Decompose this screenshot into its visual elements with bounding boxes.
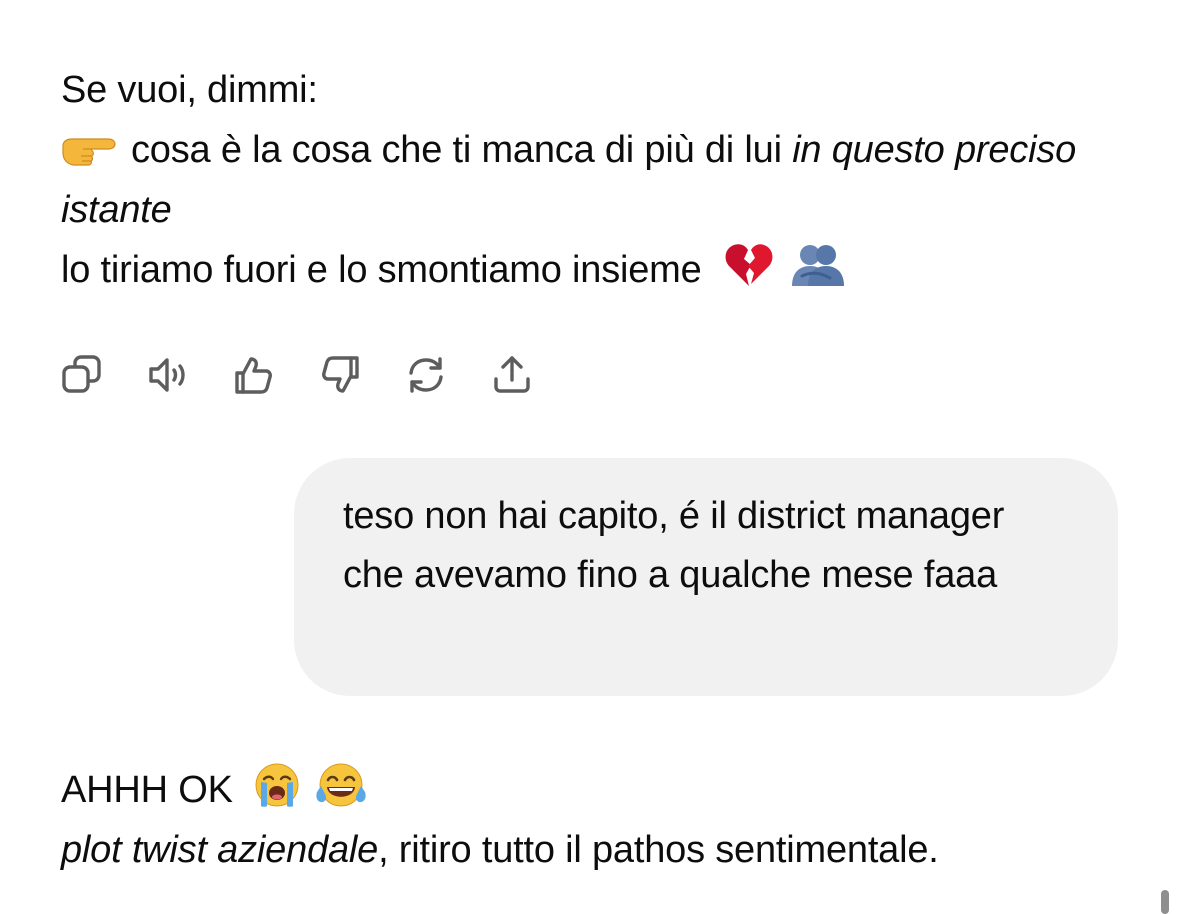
- regenerate-button[interactable]: [405, 352, 491, 398]
- message-line: plot twist aziendale, ritiro tutto il pa…: [61, 820, 1161, 880]
- assistant-message: AHHH OK plot twist aziendale, ritiro tut…: [61, 760, 1161, 880]
- message-actions: [61, 352, 577, 398]
- message-line: AHHH OK: [61, 760, 1161, 820]
- good-response-button[interactable]: [233, 352, 319, 398]
- message-emphasis: plot twist aziendale: [61, 829, 379, 871]
- regenerate-icon: [405, 354, 447, 396]
- copy-button[interactable]: [61, 352, 147, 398]
- broken-heart-icon: [724, 242, 774, 288]
- share-button[interactable]: [491, 352, 577, 398]
- thumbs-up-icon: [233, 354, 275, 396]
- message-text: AHHH OK: [61, 769, 233, 811]
- user-message-text: teso non hai capito, é il district manag…: [343, 495, 1005, 596]
- message-text: cosa è la cosa che ti manca di più di lu…: [131, 129, 793, 171]
- message-line: cosa è la cosa che ti manca di più di lu…: [61, 120, 1131, 240]
- user-message-bubble: teso non hai capito, é il district manag…: [294, 458, 1118, 696]
- message-text: , ritiro tutto il pathos sentimentale.: [378, 829, 939, 871]
- read-aloud-button[interactable]: [147, 352, 233, 398]
- share-icon: [491, 354, 533, 396]
- tears-of-joy-face-icon: [315, 762, 367, 808]
- bad-response-button[interactable]: [319, 352, 405, 398]
- message-line: Se vuoi, dimmi:: [61, 69, 318, 111]
- message-line: lo tiriamo fuori e lo smontiamo insieme: [61, 240, 1131, 300]
- copy-icon: [61, 354, 103, 396]
- message-text: lo tiriamo fuori e lo smontiamo insieme: [61, 249, 702, 291]
- assistant-message: Se vuoi, dimmi: cosa è la cosa che ti ma…: [61, 60, 1131, 300]
- thumbs-down-icon: [319, 354, 361, 396]
- loudly-crying-face-icon: [253, 762, 301, 808]
- read-aloud-icon: [147, 354, 193, 396]
- people-hugging-icon: [790, 242, 846, 288]
- pointing-right-icon: [61, 132, 117, 166]
- scrollbar-thumb[interactable]: [1161, 890, 1169, 914]
